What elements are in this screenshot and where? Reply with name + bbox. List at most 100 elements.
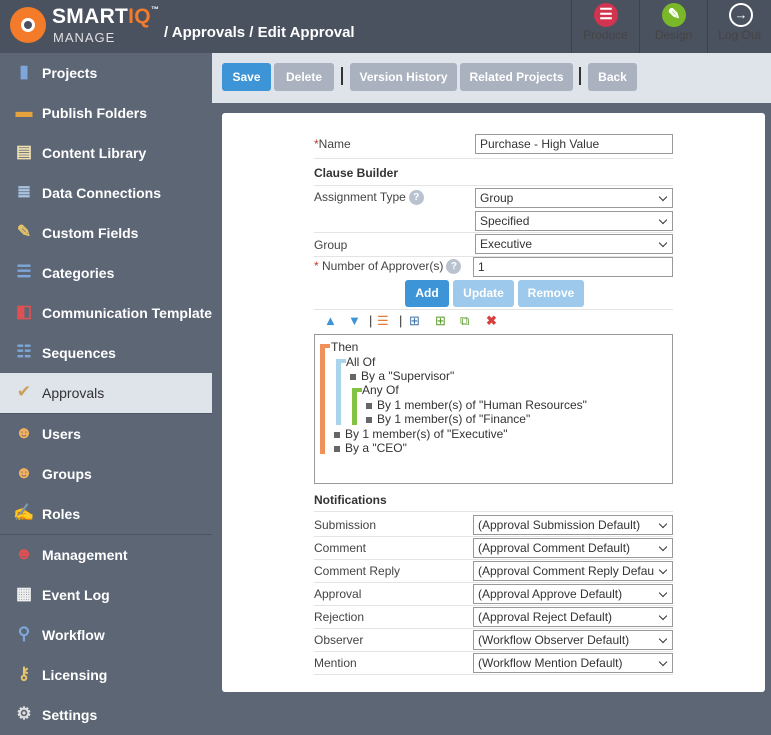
help-icon[interactable]: ? <box>446 259 462 275</box>
group-label: Group <box>314 238 348 252</box>
add-button[interactable]: Add <box>405 280 449 307</box>
sidebar-item-label: Publish Folders <box>42 105 148 121</box>
name-label: *Name <box>314 137 351 151</box>
observer-label: Observer <box>314 633 364 647</box>
sidebar-item-label: Settings <box>42 707 98 723</box>
rejection-select[interactable]: (Approval Reject Default) <box>473 607 673 627</box>
tree-node-executive[interactable]: By 1 member(s) of "Executive" <box>334 427 508 441</box>
num-approvers-label: * Number of Approver(s)? <box>314 259 462 275</box>
assignment-type-select[interactable]: Group <box>475 188 673 208</box>
sidebar-item-publish-folders[interactable]: ▬ Publish Folders <box>0 93 212 133</box>
sidebar-item-label: Data Connections <box>42 185 162 201</box>
comment-label: Comment <box>314 541 367 555</box>
sidebar-item-label: Projects <box>42 65 98 81</box>
approvals-icon: ✔ <box>16 382 32 401</box>
move-down-icon[interactable]: ▼ <box>348 313 361 329</box>
groups-icon: ☻ <box>15 463 33 482</box>
approval-select[interactable]: (Approval Approve Default) <box>473 584 673 604</box>
sidebar-item-projects[interactable]: ▮ Projects <box>0 53 212 93</box>
event-log-icon: ▦ <box>15 584 33 603</box>
tree-node-finance[interactable]: By 1 member(s) of "Finance" <box>366 412 530 426</box>
logout-label: Log Out <box>718 28 761 42</box>
brand-sub: MANAGE <box>53 30 116 45</box>
num-approvers-field[interactable]: 1 <box>473 257 673 277</box>
approval-label: Approval <box>314 587 362 601</box>
sidebar-item-label: Workflow <box>42 627 105 643</box>
sidebar-item-content-library[interactable]: ▤ Content Library <box>0 133 212 173</box>
delete-button[interactable]: Delete <box>274 63 334 91</box>
save-button[interactable]: Save <box>222 63 271 91</box>
sidebar-item-label: Communication Templates <box>42 305 220 321</box>
sidebar-item-workflow[interactable]: ⚲ Workflow <box>0 615 212 655</box>
submission-select[interactable]: (Approval Submission Default) <box>473 515 673 535</box>
sidebar-item-label: Content Library <box>42 145 147 161</box>
specified-select[interactable]: Specified <box>475 211 673 231</box>
tree-node-ceo[interactable]: By a "CEO" <box>334 441 407 455</box>
tree-node-any-of[interactable]: Any Of <box>362 383 399 397</box>
move-up-icon[interactable]: ▲ <box>324 313 337 329</box>
sidebar-item-communication-templates[interactable]: ◧ Communication Templates <box>0 293 220 333</box>
produce-button[interactable]: ☰ Produce <box>571 0 639 53</box>
notifications-header: Notifications <box>314 493 387 507</box>
workflow-icon: ⚲ <box>17 624 31 643</box>
tree-node-hr[interactable]: By 1 member(s) of "Human Resources" <box>366 398 587 412</box>
comment-reply-select[interactable]: (Approval Comment Reply Defau <box>473 561 673 581</box>
observer-select[interactable]: (Workflow Observer Default) <box>473 630 673 650</box>
clause-tree[interactable]: Then All Of By a "Supervisor" Any Of By … <box>314 334 673 484</box>
sidebar-item-groups[interactable]: ☻ Groups <box>0 454 212 494</box>
tree-node-all-of[interactable]: All Of <box>346 355 375 369</box>
database-icon: ≣ <box>16 182 32 201</box>
mention-select[interactable]: (Workflow Mention Default) <box>473 653 673 673</box>
assignment-type-label: Assignment Type? <box>314 190 424 206</box>
submission-label: Submission <box>314 518 377 532</box>
sidebar-item-event-log[interactable]: ▦ Event Log <box>0 575 212 615</box>
sidebar-item-label: Custom Fields <box>42 225 139 241</box>
delete-node-icon[interactable]: ✖ <box>486 313 497 329</box>
update-button[interactable]: Update <box>453 280 514 307</box>
sidebar-item-label: Roles <box>42 506 81 522</box>
tree-node-supervisor[interactable]: By a "Supervisor" <box>350 369 454 383</box>
sidebar-item-roles[interactable]: ✍ Roles <box>0 494 212 534</box>
rejection-label: Rejection <box>314 610 365 624</box>
smartiq-logo[interactable]: SMARTIQ™ MANAGE <box>10 5 165 49</box>
sidebar-item-label: Management <box>42 547 128 563</box>
sidebar-item-categories[interactable]: ☰ Categories <box>0 253 212 293</box>
toolbar-separator <box>579 67 581 85</box>
sidebar-item-label: Users <box>42 426 81 442</box>
sidebar-item-label: Event Log <box>42 587 110 603</box>
sidebar-item-management[interactable]: ☻ Management <box>0 535 212 575</box>
comment-select[interactable]: (Approval Comment Default) <box>473 538 673 558</box>
help-icon[interactable]: ? <box>408 190 424 206</box>
sidebar-item-users[interactable]: ☻ Users <box>0 414 212 454</box>
group-select[interactable]: Executive <box>475 234 673 254</box>
toolbar: Save Delete Version History Related Proj… <box>212 53 771 103</box>
tree-node-then[interactable]: Then <box>331 340 358 354</box>
copy-node-icon[interactable]: ⧉ <box>460 313 469 329</box>
sidebar-item-custom-fields[interactable]: ✎ Custom Fields <box>0 213 212 253</box>
breadcrumb: / Approvals / Edit Approval <box>164 24 355 41</box>
sidebar-item-settings[interactable]: ⚙ Settings <box>0 695 212 735</box>
sidebar-item-label: Approvals <box>42 385 105 401</box>
design-button[interactable]: ✎ Design <box>639 0 707 53</box>
main-content: Save Delete Version History Related Proj… <box>212 53 771 729</box>
sidebar-item-label: Licensing <box>42 667 108 683</box>
related-projects-button[interactable]: Related Projects <box>460 63 573 91</box>
sidebar-item-approvals[interactable]: ✔ Approvals <box>0 373 212 413</box>
remove-button[interactable]: Remove <box>518 280 584 307</box>
sidebar-item-sequences[interactable]: ☷ Sequences <box>0 333 212 373</box>
back-button[interactable]: Back <box>588 63 637 91</box>
name-field[interactable]: Purchase - High Value <box>475 134 673 154</box>
toolbar-separator: | <box>369 313 373 328</box>
sidebar-item-licensing[interactable]: ⚷ Licensing <box>0 655 212 695</box>
sidebar-item-data-connections[interactable]: ≣ Data Connections <box>0 173 212 213</box>
toolbar-separator <box>341 67 343 85</box>
sidebar-item-label: Categories <box>42 265 115 281</box>
add-node-icon[interactable]: ⊞ <box>435 313 446 329</box>
library-icon: ▤ <box>15 142 33 161</box>
roles-icon: ✍ <box>13 503 35 522</box>
logout-button[interactable]: → Log Out <box>707 0 771 53</box>
indent-icon[interactable]: ☰ <box>377 313 389 329</box>
grid-icon[interactable]: ⊞ <box>409 313 420 329</box>
version-history-button[interactable]: Version History <box>350 63 457 91</box>
design-label: Design <box>654 28 693 42</box>
